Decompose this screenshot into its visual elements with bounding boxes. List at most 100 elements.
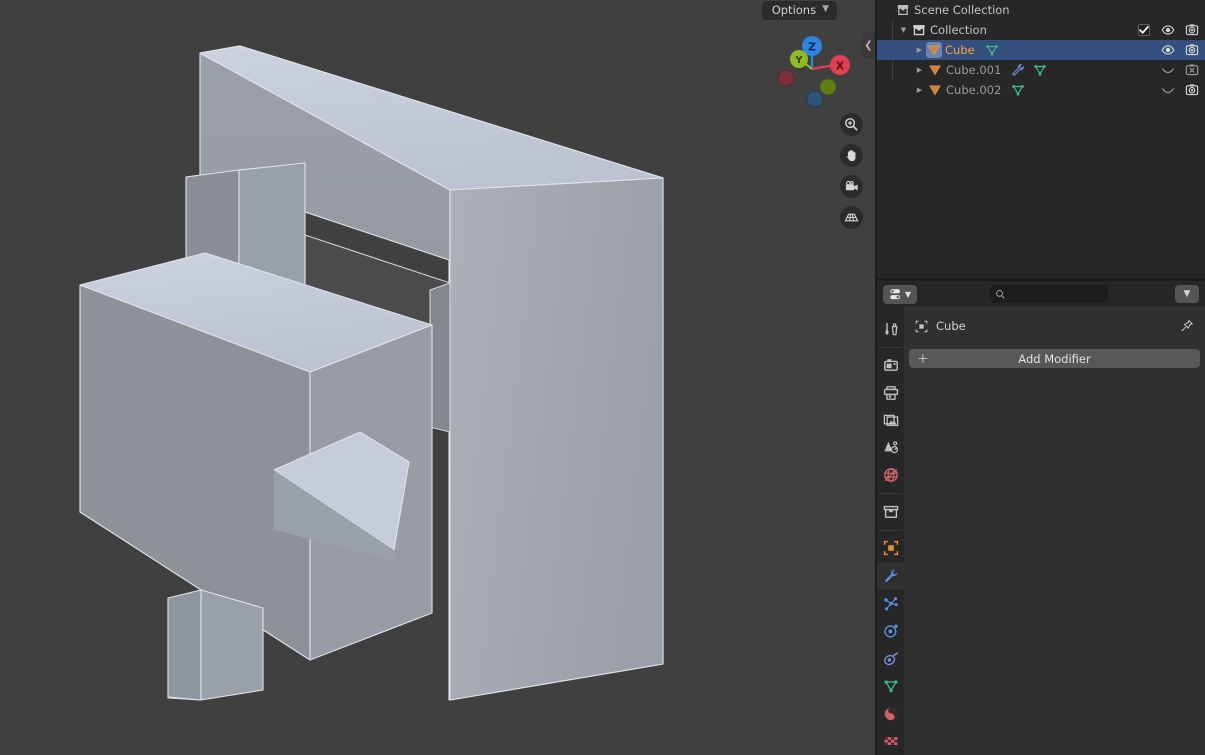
eye-closed-icon: [1162, 88, 1174, 94]
outliner-row-toggles: [1161, 80, 1199, 100]
viewport-3d-render[interactable]: [0, 0, 875, 755]
disclosure-collapsed-icon[interactable]: ▶: [913, 60, 926, 80]
eye-open-icon-button[interactable]: [1161, 43, 1175, 57]
camera-on-icon-button[interactable]: [1185, 83, 1199, 97]
output-tab[interactable]: [877, 379, 904, 407]
outliner-row-collection[interactable]: ▼ Collection: [877, 20, 1205, 40]
collection-box-icon: [883, 505, 898, 518]
hand-icon[interactable]: [840, 144, 863, 167]
chevron-down-icon: ▼: [904, 289, 912, 299]
gizmo-label-y: Y: [794, 55, 803, 66]
material-tab[interactable]: [877, 700, 904, 728]
camera-off-icon: [1185, 64, 1199, 76]
eye-open-icon-button[interactable]: [1161, 23, 1175, 37]
outliner-editor[interactable]: Scene Collection ▼ Collection ▶ Cube ▶ Cube…: [877, 0, 1205, 278]
outliner-rows: Scene Collection ▼ Collection ▶ Cube ▶ Cube…: [877, 0, 1205, 100]
outliner-row-cube-001[interactable]: ▶ Cube.001: [877, 60, 1205, 80]
outliner-row-toggles: [1161, 40, 1199, 60]
right-panel: Scene Collection ▼ Collection ▶ Cube ▶ Cube…: [875, 0, 1205, 755]
outliner-item-label: Cube.001: [946, 63, 1002, 77]
object-square-icon: [883, 541, 898, 556]
chevron-left-icon: ❮: [864, 39, 873, 51]
texture-tab[interactable]: [877, 727, 904, 755]
mesh-object-icon: [928, 85, 941, 96]
camera-on-icon: [1185, 84, 1199, 96]
disclosure-collapsed-icon[interactable]: ▶: [913, 40, 926, 60]
outliner-row-cube[interactable]: ▶ Cube: [877, 40, 1205, 60]
3d-viewport[interactable]: Options ▼ ❮ Z Y X: [0, 0, 875, 755]
tab-separator: [879, 346, 902, 348]
properties-editor-icon: [890, 288, 900, 299]
mesh-object-icon: [928, 65, 941, 76]
properties-body: Cube + Add Modifier: [904, 307, 1205, 755]
gizmo-label-x: X: [836, 60, 845, 73]
world-globe-icon: [883, 468, 898, 483]
material-sphere-icon: [884, 707, 897, 720]
outliner-item-extras: [1011, 83, 1025, 97]
breadcrumb: Cube: [909, 315, 1200, 337]
pin-icon[interactable]: [1180, 318, 1194, 337]
editor-type-selector[interactable]: ▼: [883, 284, 917, 304]
scene-tab[interactable]: [877, 434, 904, 462]
collection-tab[interactable]: [877, 498, 904, 526]
camera-icon[interactable]: [840, 175, 863, 198]
mesh-data-icon: [884, 680, 897, 693]
properties-editor[interactable]: ▼ ▼ Cube + Add Modifier: [877, 281, 1205, 755]
object-tab[interactable]: [877, 535, 904, 563]
collection-icon: [912, 25, 925, 36]
scene-collection-icon: [897, 5, 908, 15]
options-label: Options: [771, 3, 817, 17]
properties-header: ▼ ▼: [877, 281, 1205, 307]
grid-icon[interactable]: [840, 206, 863, 229]
particles-icon: [883, 596, 898, 610]
eye-open-icon: [1161, 45, 1175, 55]
render-camera-icon: [883, 359, 898, 372]
search-icon: [996, 289, 1005, 299]
mesh-object-icon-wrap: [926, 60, 943, 80]
world-tab[interactable]: [877, 462, 904, 490]
camera-on-icon-button[interactable]: [1185, 43, 1199, 57]
physics-orbit-icon: [883, 624, 898, 638]
disclosure-expanded-icon[interactable]: ▼: [897, 20, 910, 40]
viewport-options-button[interactable]: Options ▼: [761, 1, 837, 20]
breadcrumb-object-name: Cube: [936, 319, 966, 333]
printer-icon: [883, 385, 898, 400]
viewport-tool-column: [840, 113, 863, 229]
camera-on-icon: [1185, 44, 1199, 56]
outliner-item-label: Scene Collection: [914, 3, 1010, 17]
outliner-row-scene-collection[interactable]: Scene Collection: [877, 0, 1205, 20]
disclosure-collapsed-icon[interactable]: ▶: [913, 80, 926, 100]
camera-on-icon-button[interactable]: [1185, 23, 1199, 37]
eye-closed-icon-button[interactable]: [1161, 83, 1175, 97]
add-modifier-button[interactable]: + Add Modifier: [909, 349, 1200, 368]
camera-off-icon-button[interactable]: [1185, 63, 1199, 77]
filter-dropdown-button[interactable]: ▼: [1175, 285, 1199, 303]
particles-tab[interactable]: [877, 590, 904, 618]
outliner-row-cube-002[interactable]: ▶ Cube.002: [877, 80, 1205, 100]
constraint-icon: [883, 652, 898, 665]
gizmo-label-z: Z: [808, 41, 816, 54]
zoom-icon[interactable]: [840, 113, 863, 136]
search-input[interactable]: [990, 285, 1108, 303]
data-tab[interactable]: [877, 672, 904, 700]
tool-icon: [885, 322, 897, 336]
texture-checker-icon: [884, 737, 897, 746]
tool-tab[interactable]: [877, 315, 904, 343]
tab-separator: [879, 529, 902, 531]
add-modifier-label: Add Modifier: [1018, 351, 1091, 366]
collapse-sidebar-tab[interactable]: ❮: [862, 32, 875, 58]
checkbox-checked-icon: [1137, 23, 1151, 37]
modifier-tab[interactable]: [877, 562, 904, 590]
checkbox-checked-icon-button[interactable]: [1137, 23, 1151, 37]
eye-open-icon: [1161, 25, 1175, 35]
physics-tab[interactable]: [877, 617, 904, 645]
render-tab[interactable]: [877, 352, 904, 380]
view-layer-tab[interactable]: [877, 407, 904, 435]
wrench-icon: [884, 569, 897, 583]
object-square-icon: [915, 320, 928, 332]
navigation-gizmo[interactable]: Z Y X: [771, 28, 853, 110]
constraints-tab[interactable]: [877, 645, 904, 673]
outliner-item-extras: [1011, 63, 1047, 77]
eye-closed-icon-button[interactable]: [1161, 63, 1175, 77]
